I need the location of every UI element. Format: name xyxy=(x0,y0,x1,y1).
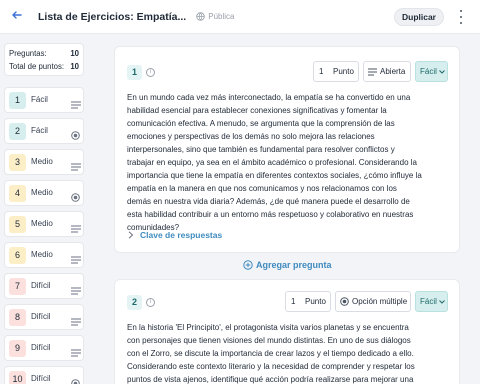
lines-icon xyxy=(71,96,81,114)
question-nav-item[interactable]: 6 Medio xyxy=(4,242,84,268)
question-nav-item[interactable]: 2 Fácil xyxy=(4,118,84,144)
info-icon[interactable]: i xyxy=(146,68,155,77)
questions-count-value: 10 xyxy=(70,49,79,58)
chevron-down-icon xyxy=(439,70,445,74)
quiz-summary: Preguntas: 10 Total de puntos: 10 xyxy=(4,43,84,76)
question-nav-difficulty: Difícil xyxy=(31,374,51,383)
page-title: Lista de Ejercicios: Empatía... xyxy=(38,10,187,23)
question-type-select[interactable]: Abierta xyxy=(363,61,411,82)
question-text: En la historia 'El Principito', el prota… xyxy=(127,323,415,384)
visibility-label: Pública xyxy=(208,12,235,21)
question-card-1: 1 i 1 Punto Abierta Fácil En un mundo ca… xyxy=(114,46,460,253)
question-nav-difficulty: Fácil xyxy=(31,95,48,104)
question-nav-difficulty: Medio xyxy=(31,188,53,197)
points-value: 1 xyxy=(291,297,296,306)
add-question-label: Agregar pregunta xyxy=(256,260,332,270)
question-nav-number: 1 xyxy=(9,92,26,109)
question-type-label: Opción múltiple xyxy=(352,297,408,306)
difficulty-label: Fácil xyxy=(420,297,437,306)
question-nav-difficulty: Difícil xyxy=(31,312,51,321)
question-nav-number: 6 xyxy=(9,247,26,264)
chevron-down-icon xyxy=(439,300,445,304)
question-number-badge: 1 xyxy=(127,65,142,80)
visibility-indicator: Pública xyxy=(196,12,234,21)
points-value: 1 xyxy=(319,67,324,76)
lines-icon xyxy=(71,282,81,300)
plus-circle-icon xyxy=(243,260,253,270)
lines-icon xyxy=(71,344,81,362)
question-number-badge: 2 xyxy=(127,295,142,310)
question-nav-item[interactable]: 9 Difícil xyxy=(4,335,84,361)
question-nav-item[interactable]: 10 Difícil xyxy=(4,366,84,384)
question-type-select[interactable]: Opción múltiple xyxy=(335,291,411,312)
radio-icon xyxy=(71,375,80,384)
duplicate-button[interactable]: Duplicar xyxy=(394,8,444,26)
question-card-2: 2 i 1 Punto Opción múltiple Fácil En la … xyxy=(114,279,460,384)
radio-icon xyxy=(71,127,80,145)
question-nav-item[interactable]: 3 Medio xyxy=(4,149,84,175)
difficulty-select[interactable]: Fácil xyxy=(415,291,448,312)
question-nav-difficulty: Medio xyxy=(31,250,53,259)
question-nav-item[interactable]: 8 Difícil xyxy=(4,304,84,330)
more-vertical-icon[interactable] xyxy=(456,10,466,24)
questions-count-label: Preguntas: xyxy=(9,49,47,58)
total-points-label: Total de puntos: xyxy=(9,62,65,71)
lines-icon xyxy=(71,158,81,176)
radio-icon xyxy=(340,297,349,306)
points-input[interactable]: 1 Punto xyxy=(285,291,331,312)
question-nav-item[interactable]: 4 Medio xyxy=(4,180,84,206)
total-points-value: 10 xyxy=(70,62,79,71)
lines-icon xyxy=(71,251,81,269)
question-nav-difficulty: Difícil xyxy=(31,343,51,352)
question-nav-number: 8 xyxy=(9,309,26,326)
answer-key-toggle[interactable]: Clave de respuestas xyxy=(140,230,222,240)
difficulty-label: Fácil xyxy=(420,67,437,76)
question-nav-difficulty: Medio xyxy=(31,219,53,228)
lines-icon xyxy=(71,313,81,331)
arrow-left-icon[interactable] xyxy=(9,9,25,25)
question-nav-number: 10 xyxy=(9,371,26,384)
question-nav-item[interactable]: 5 Medio xyxy=(4,211,84,237)
info-icon[interactable]: i xyxy=(146,298,155,307)
points-label: Punto xyxy=(333,67,354,76)
question-nav-item[interactable]: 1 Fácil xyxy=(4,87,84,113)
globe-icon xyxy=(196,12,205,21)
question-nav-number: 2 xyxy=(9,123,26,140)
question-nav-item[interactable]: 7 Difícil xyxy=(4,273,84,299)
points-input[interactable]: 1 Punto xyxy=(313,61,359,82)
question-text: En un mundo cada vez más interconectado,… xyxy=(127,93,422,232)
question-nav-difficulty: Medio xyxy=(31,157,53,166)
question-nav-number: 3 xyxy=(9,154,26,171)
radio-icon xyxy=(71,189,80,207)
question-nav-number: 5 xyxy=(9,216,26,233)
question-nav-difficulty: Difícil xyxy=(31,281,51,290)
chevron-right-icon[interactable] xyxy=(128,231,134,239)
question-type-label: Abierta xyxy=(380,67,406,76)
question-nav-number: 7 xyxy=(9,278,26,295)
question-nav-number: 4 xyxy=(9,185,26,202)
points-label: Punto xyxy=(305,297,326,306)
question-nav-difficulty: Fácil xyxy=(31,126,48,135)
add-question-button[interactable]: Agregar pregunta xyxy=(243,260,332,270)
difficulty-select[interactable]: Fácil xyxy=(415,61,448,82)
lines-icon xyxy=(368,68,377,76)
question-nav-number: 9 xyxy=(9,340,26,357)
lines-icon xyxy=(71,220,81,238)
